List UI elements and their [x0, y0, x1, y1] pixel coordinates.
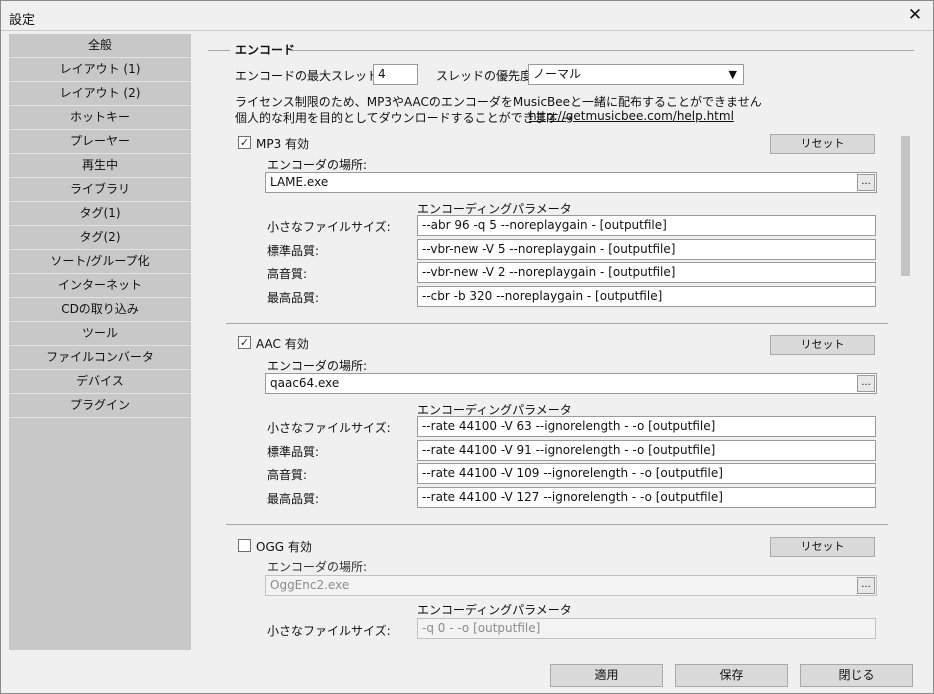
- sidebar-item-library[interactable]: ライブラリ: [9, 178, 191, 202]
- aac-location-label: エンコーダの場所:: [267, 359, 368, 373]
- thread-priority-value: ノーマル: [533, 67, 582, 81]
- aac-row-label: 高音質:: [267, 468, 308, 482]
- thread-priority-select[interactable]: ノーマル ▼: [528, 64, 744, 85]
- mp3-enabled-checkbox[interactable]: ✓: [238, 136, 251, 149]
- mp3-reset-button[interactable]: リセット: [770, 134, 875, 154]
- sidebar-item-sort-group[interactable]: ソート/グループ化: [9, 250, 191, 274]
- sidebar-item-tags-1[interactable]: タグ(1): [9, 202, 191, 226]
- ogg-reset-button[interactable]: リセット: [770, 537, 875, 557]
- max-threads-input[interactable]: 4: [373, 64, 418, 85]
- mp3-location-label: エンコーダの場所:: [267, 158, 368, 172]
- mp3-row-label: 標準品質:: [267, 244, 320, 258]
- section-divider: [208, 50, 230, 51]
- aac-high-quality-input[interactable]: --rate 44100 -V 109 --ignorelength - -o …: [417, 463, 876, 484]
- aac-standard-quality-input[interactable]: --rate 44100 -V 91 --ignorelength - -o […: [417, 440, 876, 461]
- ogg-location-label: エンコーダの場所:: [267, 560, 368, 574]
- mp3-small-size-input[interactable]: --abr 96 -q 5 --noreplaygain - [outputfi…: [417, 215, 876, 236]
- encode-settings-panel: エンコード エンコードの最大スレッド数: 4 スレッドの優先度: ノーマル ▼ …: [191, 34, 926, 650]
- mp3-row-label: 小さなファイルサイズ:: [267, 220, 391, 234]
- settings-sidebar: 全般 レイアウト (1) レイアウト (2) ホットキー プレーヤー 再生中 ラ…: [9, 34, 191, 650]
- aac-enabled-checkbox[interactable]: ✓: [238, 336, 251, 349]
- ogg-small-size-input[interactable]: -q 0 - -o [outputfile]: [417, 618, 876, 639]
- license-note-line-1: ライセンス制限のため、MP3やAACのエンコーダをMusicBeeと一緒に配布す…: [235, 95, 762, 109]
- save-button[interactable]: 保存: [675, 664, 788, 687]
- aac-best-quality-input[interactable]: --rate 44100 -V 127 --ignorelength - -o …: [417, 487, 876, 508]
- sidebar-item-devices[interactable]: デバイス: [9, 370, 191, 394]
- sidebar-item-layout-2[interactable]: レイアウト (2): [9, 82, 191, 106]
- section-divider: [291, 50, 914, 51]
- aac-row-label: 最高品質:: [267, 492, 320, 506]
- aac-row-label: 小さなファイルサイズ:: [267, 421, 391, 435]
- block-divider: [226, 524, 888, 525]
- mp3-row-label: 高音質:: [267, 267, 308, 281]
- apply-button[interactable]: 適用: [550, 664, 663, 687]
- ogg-row-label: 小さなファイルサイズ:: [267, 624, 391, 638]
- browse-icon[interactable]: ...: [857, 577, 875, 594]
- sidebar-item-cd-ripping[interactable]: CDの取り込み: [9, 298, 191, 322]
- sidebar-item-layout-1[interactable]: レイアウト (1): [9, 58, 191, 82]
- mp3-row-label: 最高品質:: [267, 291, 320, 305]
- ogg-location-value: OggEnc2.exe: [270, 578, 350, 592]
- section-title-encode: エンコード: [235, 43, 296, 57]
- sidebar-item-file-converter[interactable]: ファイルコンバータ: [9, 346, 191, 370]
- window-title: 設定: [9, 13, 36, 28]
- mp3-location-value: LAME.exe: [270, 175, 329, 189]
- ogg-enabled-checkbox[interactable]: [238, 539, 251, 552]
- mp3-best-quality-input[interactable]: --cbr -b 320 --noreplaygain - [outputfil…: [417, 286, 876, 307]
- ogg-params-label: エンコーディングパラメータ: [417, 603, 572, 617]
- aac-location-input[interactable]: qaac64.exe ...: [265, 373, 877, 394]
- mp3-high-quality-input[interactable]: --vbr-new -V 2 --noreplaygain - [outputf…: [417, 262, 876, 283]
- block-divider: [226, 323, 888, 324]
- close-icon[interactable]: ✕: [905, 5, 925, 25]
- license-note-line-2: 個人的な利用を目的としてダウンロードすることができます →: [235, 111, 573, 125]
- mp3-enabled-label: MP3 有効: [256, 137, 310, 151]
- sidebar-item-general[interactable]: 全般: [9, 34, 191, 58]
- sidebar-item-now-playing[interactable]: 再生中: [9, 154, 191, 178]
- settings-window: 設定 ✕ 全般 レイアウト (1) レイアウト (2) ホットキー プレーヤー …: [0, 0, 934, 694]
- ogg-location-input[interactable]: OggEnc2.exe ...: [265, 575, 877, 596]
- max-threads-label: エンコードの最大スレッド数:: [235, 69, 396, 83]
- mp3-standard-quality-input[interactable]: --vbr-new -V 5 --noreplaygain - [outputf…: [417, 239, 876, 260]
- close-button[interactable]: 閉じる: [800, 664, 913, 687]
- aac-location-value: qaac64.exe: [270, 376, 340, 390]
- aac-small-size-input[interactable]: --rate 44100 -V 63 --ignorelength - -o […: [417, 416, 876, 437]
- ogg-enabled-label: OGG 有効: [256, 540, 312, 554]
- sidebar-item-tools[interactable]: ツール: [9, 322, 191, 346]
- aac-enabled-label: AAC 有効: [256, 337, 309, 351]
- aac-reset-button[interactable]: リセット: [770, 335, 875, 355]
- thread-priority-label: スレッドの優先度:: [436, 69, 537, 83]
- title-bar: 設定 ✕: [1, 1, 933, 31]
- sidebar-item-tags-2[interactable]: タグ(2): [9, 226, 191, 250]
- mp3-location-input[interactable]: LAME.exe ...: [265, 172, 877, 193]
- chevron-down-icon: ▼: [728, 68, 737, 81]
- sidebar-item-internet[interactable]: インターネット: [9, 274, 191, 298]
- sidebar-item-hotkeys[interactable]: ホットキー: [9, 106, 191, 130]
- sidebar-item-player[interactable]: プレーヤー: [9, 130, 191, 154]
- help-link[interactable]: http://getmusicbee.com/help.html: [529, 109, 734, 123]
- vertical-scrollbar[interactable]: [898, 134, 912, 644]
- browse-icon[interactable]: ...: [857, 174, 875, 191]
- aac-row-label: 標準品質:: [267, 445, 320, 459]
- browse-icon[interactable]: ...: [857, 375, 875, 392]
- sidebar-item-plugins[interactable]: プラグイン: [9, 394, 191, 418]
- scrollbar-thumb[interactable]: [901, 136, 910, 276]
